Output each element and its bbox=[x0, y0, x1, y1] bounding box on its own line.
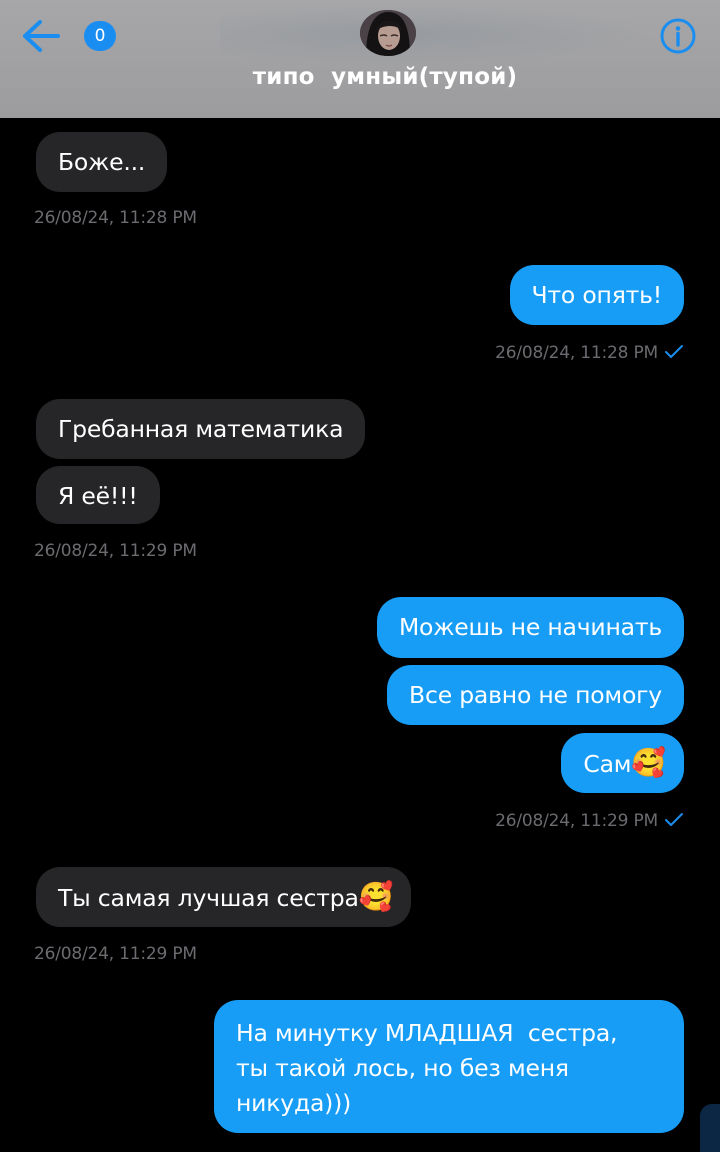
read-checkmark-icon bbox=[665, 813, 683, 826]
arrow-left-icon bbox=[23, 20, 60, 52]
message-text-line: никуда))) bbox=[236, 1089, 352, 1117]
info-button[interactable] bbox=[656, 14, 700, 58]
message-bubble-outgoing[interactable]: Что опять! bbox=[509, 265, 684, 325]
message-text: Можешь не начинать bbox=[398, 613, 662, 641]
smiling-face-with-hearts-emoji: 🥰 bbox=[631, 746, 666, 779]
message-text: Я её!!! bbox=[58, 482, 138, 510]
message-text: Все равно не помогу bbox=[409, 681, 662, 709]
message-bubble-incoming[interactable]: Боже... bbox=[36, 132, 168, 192]
message-text-line: На минутку МЛАДШАЯ сестра, bbox=[236, 1019, 618, 1047]
contact-name[interactable]: типо умный(тупой) bbox=[0, 64, 720, 90]
avatar-image bbox=[360, 10, 416, 56]
message-text: Что опять! bbox=[531, 281, 663, 309]
header-blur-backdrop bbox=[220, 4, 660, 64]
message-text-line: ты такой лось, но без меня bbox=[236, 1054, 569, 1082]
message-text: Сам bbox=[583, 750, 632, 778]
info-circle-icon bbox=[660, 18, 696, 54]
message-text: Ты самая лучшая сестра bbox=[58, 884, 359, 912]
message-bubble-incoming[interactable]: Ты самая лучшая сестра🥰 bbox=[36, 867, 412, 927]
smiling-face-with-hearts-emoji: 🥰 bbox=[358, 880, 394, 913]
chat-header: 0 типо умный(тупой) bbox=[0, 0, 720, 118]
message-timestamp: 26/08/24, 11:29 PM bbox=[495, 811, 658, 831]
message-bubble-incoming[interactable]: Гребанная математика bbox=[36, 399, 366, 459]
contact-avatar[interactable] bbox=[360, 10, 416, 56]
message-timestamp: 26/08/24, 11:28 PM bbox=[34, 208, 197, 228]
message-timestamp: 26/08/24, 11:28 PM bbox=[495, 343, 658, 363]
message-timestamp: 26/08/24, 11:29 PM bbox=[34, 541, 197, 561]
message-bubble-incoming[interactable]: Я её!!! bbox=[36, 466, 160, 524]
message-timestamp: 26/08/24, 11:29 PM bbox=[34, 944, 197, 964]
message-bubble-outgoing[interactable]: Можешь не начинать bbox=[376, 597, 684, 658]
message-text: Гребанная математика bbox=[58, 415, 344, 443]
scroll-to-bottom-button[interactable] bbox=[700, 1104, 720, 1152]
read-checkmark-icon bbox=[665, 345, 683, 358]
message-text: Боже... bbox=[58, 148, 146, 176]
back-button[interactable] bbox=[18, 14, 62, 58]
unread-count-badge: 0 bbox=[84, 21, 116, 51]
message-bubble-outgoing[interactable]: Все равно не помогу bbox=[387, 665, 684, 725]
message-bubble-outgoing[interactable]: На минутку МЛАДШАЯ сестра, ты такой лось… bbox=[214, 1000, 684, 1133]
message-bubble-outgoing[interactable]: Сам🥰 bbox=[561, 733, 684, 793]
